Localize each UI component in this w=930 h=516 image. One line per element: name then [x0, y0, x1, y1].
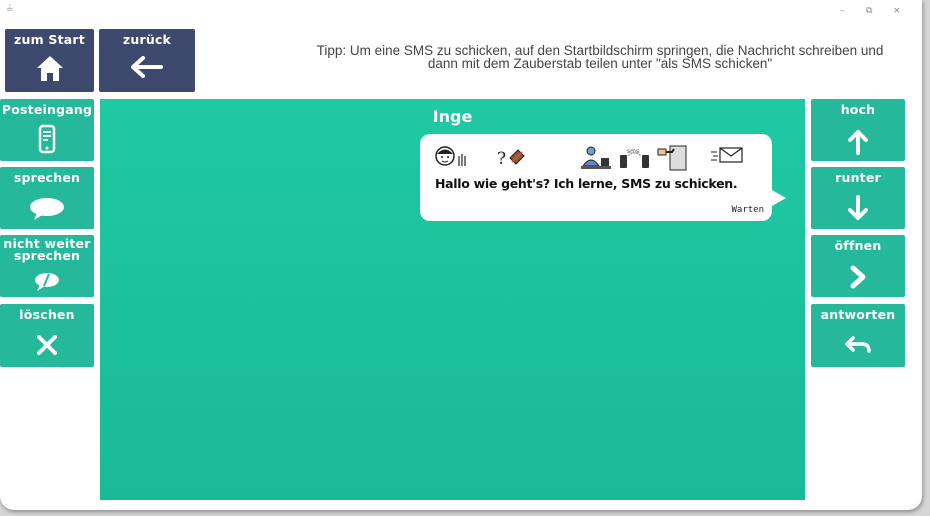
inbox-button[interactable]: Posteingang — [0, 99, 94, 161]
reply-icon — [811, 336, 905, 354]
back-button-label: zurück — [122, 32, 172, 47]
delete-button-label: löschen — [19, 307, 75, 322]
learning-symbol — [577, 144, 615, 174]
up-button[interactable]: hoch — [811, 99, 905, 161]
svg-text:?: ? — [497, 149, 506, 169]
open-button[interactable]: öffnen — [811, 235, 905, 297]
arrow-up-icon — [811, 129, 905, 155]
minimize-icon[interactable]: – — [840, 6, 845, 16]
contact-name: Inge — [432, 107, 473, 126]
home-icon — [5, 54, 94, 82]
start-button-label: zum Start — [14, 32, 85, 47]
conversation-panel: Inge ? sms Hallo wie geht's? Ich lerne, … — [100, 99, 805, 500]
send-symbol — [656, 144, 688, 176]
question-symbol: ? — [496, 144, 526, 174]
down-button[interactable]: runter — [811, 167, 905, 229]
bubble-tail — [772, 190, 786, 206]
person-waving-symbol — [434, 144, 470, 174]
stop-speaking-button[interactable]: nicht weiter sprechen — [0, 235, 94, 297]
sms-phones-symbol: sms — [616, 144, 654, 174]
back-button[interactable]: zurück — [99, 29, 195, 92]
message-bubble[interactable]: ? sms Hallo wie geht's? Ich lerne, SMS z… — [420, 134, 786, 221]
app-window: ≟ – ⧉ × zum Start zurück Tipp: Um eine S… — [0, 0, 922, 510]
speak-button-label: sprechen — [13, 170, 81, 185]
tip-text: Tipp: Um eine SMS zu schicken, auf den S… — [316, 43, 884, 71]
start-button[interactable]: zum Start — [5, 29, 94, 92]
close-icon — [0, 335, 94, 355]
message-text: Hallo wie geht's? Ich lerne, SMS zu schi… — [435, 176, 738, 191]
message-status: Warten — [731, 205, 764, 215]
mail-symbol — [710, 144, 744, 168]
restore-icon[interactable]: ⧉ — [866, 6, 872, 16]
speech-bubble-mute-icon — [0, 272, 94, 292]
speech-bubble-icon — [0, 197, 94, 221]
app-icon: ≟ — [6, 5, 14, 15]
arrow-left-icon — [99, 56, 195, 78]
up-button-label: hoch — [840, 102, 876, 117]
inbox-button-label: Posteingang — [1, 102, 93, 117]
phone-icon — [0, 124, 94, 154]
speak-button[interactable]: sprechen — [0, 167, 94, 229]
down-button-label: runter — [835, 170, 881, 185]
close-window-icon[interactable]: × — [893, 6, 901, 16]
arrow-down-icon — [811, 195, 905, 221]
reply-button-label: antworten — [820, 307, 896, 322]
chevron-right-icon — [811, 265, 905, 289]
reply-button[interactable]: antworten — [811, 304, 905, 367]
open-button-label: öffnen — [834, 238, 882, 253]
delete-button[interactable]: löschen — [0, 304, 94, 367]
stop-speaking-button-label: nicht weiter sprechen — [3, 236, 91, 263]
